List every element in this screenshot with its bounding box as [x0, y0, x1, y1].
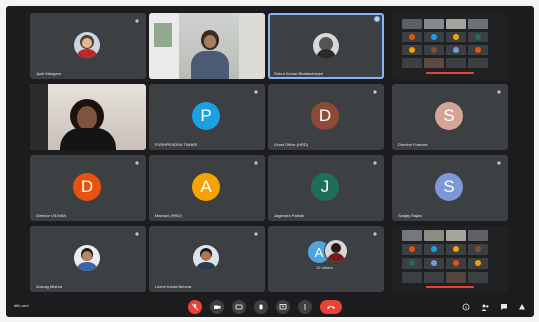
camera-off-button[interactable] [210, 300, 224, 314]
participant-name: Director VIDHAN [36, 213, 67, 218]
participant-tile-active[interactable]: Rahul Kumar Bhattacharjee [268, 13, 384, 79]
participant-video [30, 84, 146, 150]
participant-tile-video[interactable] [149, 13, 265, 79]
participant-tile[interactable]: A Mamuni (HRD) [149, 155, 265, 221]
participant-name: Rahul Kumar Bhattacharjee [274, 71, 324, 76]
participant-avatar: A [192, 173, 220, 201]
controls-bar [6, 297, 534, 317]
participant-tile[interactable]: S Sanjay Rajan [392, 155, 508, 221]
pin-icon[interactable] [496, 89, 502, 95]
info-icon [462, 303, 470, 311]
activities-button[interactable] [517, 302, 527, 312]
screen-share-grid [392, 13, 508, 79]
participant-name: Anurag Mishra [36, 284, 63, 289]
participant-avatar: S [435, 102, 463, 130]
people-icon [481, 304, 488, 311]
pin-icon[interactable] [134, 18, 140, 24]
pin-icon[interactable] [253, 89, 259, 95]
participant-avatar: J [311, 173, 339, 201]
others-tile[interactable]: A 12 others [268, 226, 384, 292]
screen-share-tile[interactable] [392, 13, 508, 79]
participant-name: Laxmi Kanta Behera [155, 284, 192, 289]
participant-tile[interactable]: D Director VIDHAN [30, 155, 146, 221]
captions-icon [235, 304, 243, 310]
raise-hand-icon [259, 304, 263, 310]
participant-photo [193, 245, 219, 271]
participant-name: Grant Office (HRD) [274, 142, 308, 147]
participant-photo [74, 245, 100, 271]
mic-off-icon [191, 303, 199, 311]
participant-tile[interactable]: P FUSHPENDRA TIWARI [149, 84, 265, 150]
participant-name: Director Frances [398, 142, 428, 147]
participant-photo [324, 239, 348, 263]
speaking-indicator-icon [374, 16, 380, 22]
screen-share-grid [392, 226, 508, 292]
participant-name: Jagendra Pathak [274, 213, 305, 218]
participant-photo [74, 32, 100, 58]
screen-share-tile[interactable] [392, 226, 508, 292]
participant-avatar: D [311, 102, 339, 130]
participant-tile[interactable]: D Grant Office (HRD) [268, 84, 384, 150]
meeting-stage: Jyoti Mangam Rahul Kumar Bhattacharjee P… [6, 6, 534, 317]
pin-icon[interactable] [496, 160, 502, 166]
participant-name: Mamuni (HRD) [155, 213, 182, 218]
people-button[interactable] [480, 302, 490, 312]
participant-photo [313, 33, 339, 59]
participant-tile[interactable]: Laxmi Kanta Behera [149, 226, 265, 292]
more-options-button[interactable] [298, 300, 312, 314]
leave-call-button[interactable] [320, 300, 342, 314]
pin-icon[interactable] [134, 231, 140, 237]
participant-tile[interactable]: J Jagendra Pathak [268, 155, 384, 221]
participant-tile[interactable]: Anurag Mishra [30, 226, 146, 292]
participant-tile[interactable]: S Director Frances [392, 84, 508, 150]
pin-icon[interactable] [134, 160, 140, 166]
pin-icon[interactable] [253, 160, 259, 166]
present-button[interactable] [276, 300, 290, 314]
more-options-icon [304, 304, 306, 310]
pin-icon[interactable] [372, 231, 378, 237]
participant-avatar: S [435, 173, 463, 201]
participant-name: Jyoti Mangam [36, 71, 61, 76]
hangup-icon [327, 306, 335, 309]
participant-video [149, 13, 265, 79]
others-count: 12 others [316, 265, 333, 270]
present-icon [279, 304, 287, 310]
pin-icon[interactable] [253, 231, 259, 237]
participant-tile-video[interactable] [30, 84, 146, 150]
mic-off-button[interactable] [188, 300, 202, 314]
participant-avatar: P [192, 102, 220, 130]
pin-icon[interactable] [372, 89, 378, 95]
chat-button[interactable] [499, 302, 509, 312]
raise-hand-button[interactable] [254, 300, 268, 314]
participant-avatar: D [73, 173, 101, 201]
participant-tile[interactable]: Jyoti Mangam [30, 13, 146, 79]
pin-icon[interactable] [372, 160, 378, 166]
participant-name: Sanjay Rajan [398, 213, 422, 218]
activities-icon [519, 304, 525, 310]
meeting-details-button[interactable] [461, 302, 471, 312]
participant-name: FUSHPENDRA TIWARI [155, 142, 198, 147]
camera-off-icon [214, 305, 221, 309]
captions-button[interactable] [232, 300, 246, 314]
chat-icon [501, 304, 507, 310]
